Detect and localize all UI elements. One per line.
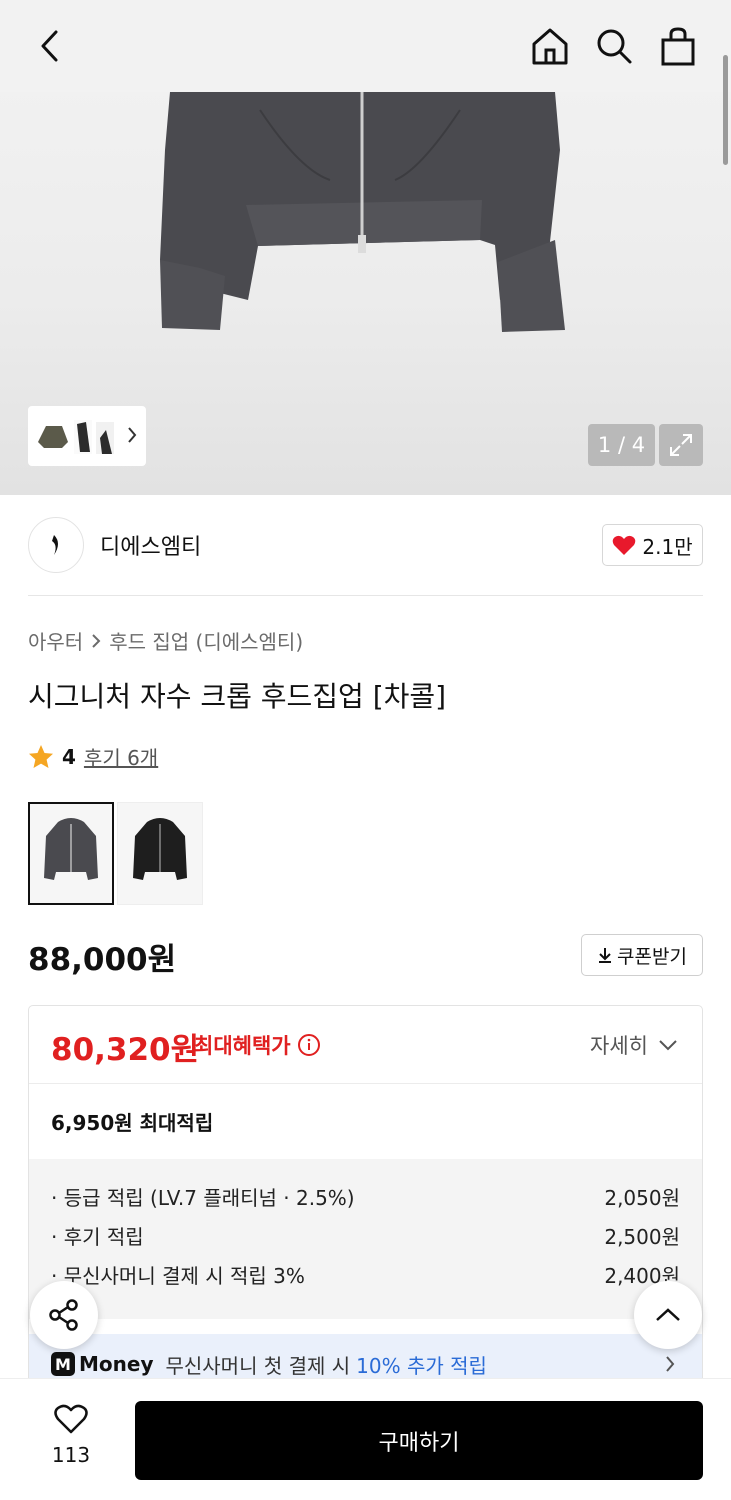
max-points: 6,950원 최대적립: [51, 1111, 214, 1135]
chevron-right-icon: [666, 1356, 675, 1372]
chevron-up-icon: [656, 1308, 680, 1321]
benefit-box: 80,320원 최대혜택가 자세히 6,950원 최대적립 · 등급 적립 (L…: [28, 1005, 703, 1385]
benefit-detail-button[interactable]: 자세히: [590, 1030, 678, 1060]
share-icon: [49, 1299, 78, 1331]
shopping-bag-icon: [661, 27, 695, 66]
chevron-right-icon: [92, 633, 101, 648]
star-icon: [29, 744, 53, 768]
search-button[interactable]: [592, 24, 636, 68]
share-button[interactable]: [30, 1281, 98, 1349]
benefit-header[interactable]: 80,320원 최대혜택가 자세히: [29, 1006, 702, 1084]
wishlist-button[interactable]: 113: [36, 1403, 106, 1467]
divider: [28, 595, 703, 596]
thumbnail-images: [38, 420, 114, 454]
cart-button[interactable]: [656, 24, 700, 68]
chevron-down-icon: [659, 1040, 677, 1051]
chevron-left-icon: [41, 30, 58, 62]
brand-name[interactable]: 디에스엠티: [100, 529, 201, 561]
breadcrumb-category[interactable]: 아우터: [28, 626, 83, 655]
brand-like-button[interactable]: 2.1만: [602, 524, 703, 566]
money-banner-text: 무신사머니 첫 결제 시: [165, 1353, 351, 1378]
top-navigation-bar: [0, 0, 731, 92]
breadcrumb-subcategory[interactable]: 후드 집업 (디에스엠티): [109, 626, 303, 655]
color-variant-charcoal[interactable]: [28, 802, 114, 905]
money-m-icon: M: [51, 1352, 75, 1376]
home-icon: [532, 28, 568, 65]
point-row: · 등급 적립 (LV.7 플래티넘 · 2.5%) 2,050원: [51, 1179, 680, 1218]
info-icon[interactable]: [297, 1033, 321, 1057]
coupon-label: 쿠폰받기: [617, 945, 687, 968]
brand-logo[interactable]: [28, 517, 84, 573]
breadcrumb: 아우터 후드 집업 (디에스엠티): [28, 626, 303, 655]
image-thumbnail-strip[interactable]: [28, 406, 146, 466]
max-benefit-price: 80,320원: [51, 1032, 200, 1068]
product-title: 시그니처 자수 크롭 후드집업 [차콜]: [28, 680, 447, 713]
heart-filled-icon: [613, 535, 636, 555]
back-button[interactable]: [30, 26, 70, 66]
variant-thumbnail-image: [44, 817, 98, 880]
max-benefit-label-text: 최대혜택가: [194, 1034, 291, 1058]
points-list: · 등급 적립 (LV.7 플래티넘 · 2.5%) 2,050원 · 후기 적…: [29, 1159, 702, 1319]
color-variant-black[interactable]: [117, 802, 203, 905]
variant-thumbnail-image: [133, 817, 187, 880]
benefit-detail-label: 자세히: [590, 1034, 648, 1058]
brand-logo-mark: [52, 535, 58, 555]
search-icon: [597, 29, 632, 64]
point-label: · 후기 적립: [51, 1225, 144, 1249]
money-logo: M Money: [51, 1352, 153, 1376]
image-counter: 1 / 4: [588, 424, 655, 466]
point-value: 2,500원: [604, 1225, 680, 1249]
money-banner-highlight: 10% 추가 적립: [356, 1353, 487, 1378]
heart-outline-icon: [54, 1404, 88, 1434]
coupon-button[interactable]: 쿠폰받기: [581, 934, 703, 976]
scrollbar[interactable]: [723, 55, 728, 165]
home-button[interactable]: [528, 24, 572, 68]
rating: 4 후기 6개: [28, 742, 158, 771]
point-label: · 무신사머니 결제 시 적립 3%: [51, 1264, 305, 1288]
bottom-action-bar: 113 구매하기: [0, 1378, 731, 1500]
review-link[interactable]: 후기 6개: [84, 742, 158, 771]
scroll-to-top-button[interactable]: [634, 1281, 702, 1349]
brand-row[interactable]: 디에스엠티 2.1만: [28, 517, 703, 575]
point-label: · 등급 적립 (LV.7 플래티넘 · 2.5%): [51, 1186, 355, 1210]
buy-button[interactable]: 구매하기: [135, 1401, 703, 1480]
expand-icon: [670, 434, 692, 456]
download-icon: [599, 948, 612, 963]
brand-like-count: 2.1만: [642, 534, 693, 559]
point-value: 2,050원: [604, 1186, 680, 1210]
money-logo-text: Money: [79, 1352, 154, 1376]
product-price: 88,000원: [28, 942, 177, 978]
point-row: · 무신사머니 결제 시 적립 3% 2,400원: [51, 1257, 680, 1296]
wishlist-count: 113: [51, 1443, 91, 1467]
point-row: · 후기 적립 2,500원: [51, 1218, 680, 1257]
chevron-right-icon: [128, 427, 137, 443]
rating-score: 4: [62, 744, 76, 769]
max-benefit-label: 최대혜택가: [194, 1030, 321, 1060]
fullscreen-button[interactable]: [659, 424, 703, 466]
